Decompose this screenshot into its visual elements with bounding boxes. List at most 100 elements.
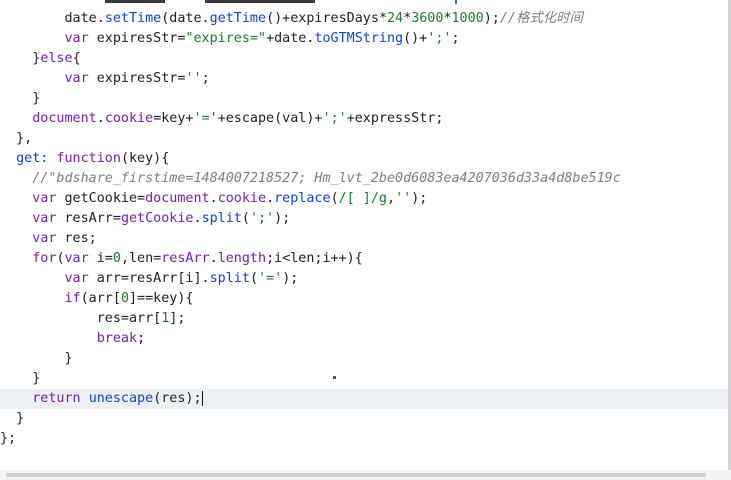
- code-token: (: [330, 191, 339, 206]
- code-token: function: [56, 151, 121, 166]
- code-line[interactable]: break;: [0, 329, 145, 349]
- code-token: (date.: [161, 11, 210, 26]
- code-token: //"bdshare_firstime=1484007218527; Hm_lv…: [32, 171, 621, 186]
- code-editor[interactable]: date.setTime(date.getTime()+expiresDays*…: [0, 0, 731, 480]
- code-token: replace: [274, 191, 331, 206]
- code-token: document: [145, 191, 210, 206]
- code-token: ';': [427, 31, 452, 46]
- code-token: length: [217, 251, 267, 266]
- code-token: ]==key){: [129, 291, 194, 306]
- code-line[interactable]: }else{: [0, 49, 81, 69]
- code-line[interactable]: res=arr[1];: [0, 309, 186, 329]
- code-token: );: [483, 11, 500, 26]
- code-token: +date.: [266, 31, 315, 46]
- horizontal-scrollbar-thumb[interactable]: [6, 473, 706, 477]
- code-line[interactable]: get: function(key){: [0, 149, 169, 169]
- code-line[interactable]: var getCookie=document.cookie.replace(/[…: [0, 189, 427, 209]
- code-token: .: [266, 191, 275, 206]
- code-token: {: [72, 51, 81, 66]
- code-token: getTime: [209, 11, 267, 26]
- code-token: ];: [169, 311, 186, 326]
- code-token: i=: [88, 251, 113, 266]
- code-token: res;: [56, 231, 97, 246]
- mouse-pointer-icon: [333, 376, 336, 379]
- code-token: return: [32, 391, 81, 406]
- code-line[interactable]: }: [0, 409, 24, 429]
- code-line[interactable]: };: [0, 429, 16, 449]
- code-token: (: [241, 211, 250, 226]
- code-token: resArr: [161, 251, 210, 266]
- code-token: else: [40, 51, 73, 66]
- code-token: /[ ]/g: [338, 191, 387, 206]
- code-token: *: [403, 11, 412, 26]
- code-token: ;i<len;i++){: [266, 251, 363, 266]
- code-line[interactable]: //"bdshare_firstime=1484007218527; Hm_lv…: [0, 169, 621, 189]
- code-line[interactable]: }: [0, 369, 40, 389]
- code-line[interactable]: var expiresStr="expires="+date.toGTMStri…: [0, 29, 460, 49]
- code-line[interactable]: var arr=resArr[i].split('=');: [0, 269, 299, 289]
- code-token: setTime: [104, 11, 162, 26]
- code-token: };: [0, 431, 17, 446]
- code-token: var: [32, 191, 57, 206]
- code-token: arr=resArr[i].: [88, 271, 210, 286]
- code-token: split: [201, 211, 242, 226]
- code-token: '': [185, 71, 202, 86]
- code-token: (key){: [120, 151, 170, 166]
- code-line[interactable]: var resArr=getCookie.split(';');: [0, 209, 290, 229]
- code-token: ;: [451, 31, 460, 46]
- code-token: },: [16, 131, 33, 146]
- horizontal-scrollbar[interactable]: [0, 470, 731, 480]
- code-line[interactable]: var expiresStr='';: [0, 69, 210, 89]
- text-caret: [201, 390, 203, 406]
- code-line[interactable]: }: [0, 89, 40, 109]
- code-token: var: [64, 31, 89, 46]
- code-line[interactable]: var res;: [0, 229, 97, 249]
- code-token: 0: [112, 251, 121, 266]
- code-token: .: [96, 111, 105, 126]
- code-token: document: [32, 111, 97, 126]
- code-token: );: [274, 211, 291, 226]
- code-line-current[interactable]: return unescape(res);: [0, 389, 731, 409]
- code-token: cookie: [104, 111, 154, 126]
- code-token: '=': [258, 271, 283, 286]
- code-token: var: [32, 231, 57, 246]
- code-token: expiresStr=: [88, 71, 186, 86]
- code-token: ,: [387, 191, 396, 206]
- code-token: '=': [193, 111, 218, 126]
- code-token: ;: [201, 71, 210, 86]
- code-line[interactable]: },: [0, 129, 32, 149]
- code-token: expiresStr=: [88, 31, 186, 46]
- code-line[interactable]: }: [0, 349, 73, 369]
- code-token: break: [96, 331, 138, 346]
- code-token: }: [32, 91, 41, 106]
- code-line[interactable]: document.cookie=key+'='+escape(val)+';'+…: [0, 109, 443, 129]
- code-token: getCookie=: [56, 191, 146, 206]
- code-line[interactable]: date.setTime(date.getTime()+expiresDays*…: [0, 9, 583, 29]
- code-line[interactable]: for(var i=0,len=resArr.length;i<len;i++)…: [0, 249, 363, 269]
- code-token: );: [411, 191, 428, 206]
- code-area[interactable]: date.setTime(date.getTime()+expiresDays*…: [0, 0, 731, 460]
- code-token: .: [209, 251, 218, 266]
- code-token: toGTMString: [314, 31, 404, 46]
- code-token: ()+expiresDays*: [266, 11, 387, 26]
- code-line[interactable]: if(arr[0]==key){: [0, 289, 194, 309]
- code-token: ';': [322, 111, 347, 126]
- code-token: '': [395, 191, 412, 206]
- code-token: +escape(val)+: [217, 111, 323, 126]
